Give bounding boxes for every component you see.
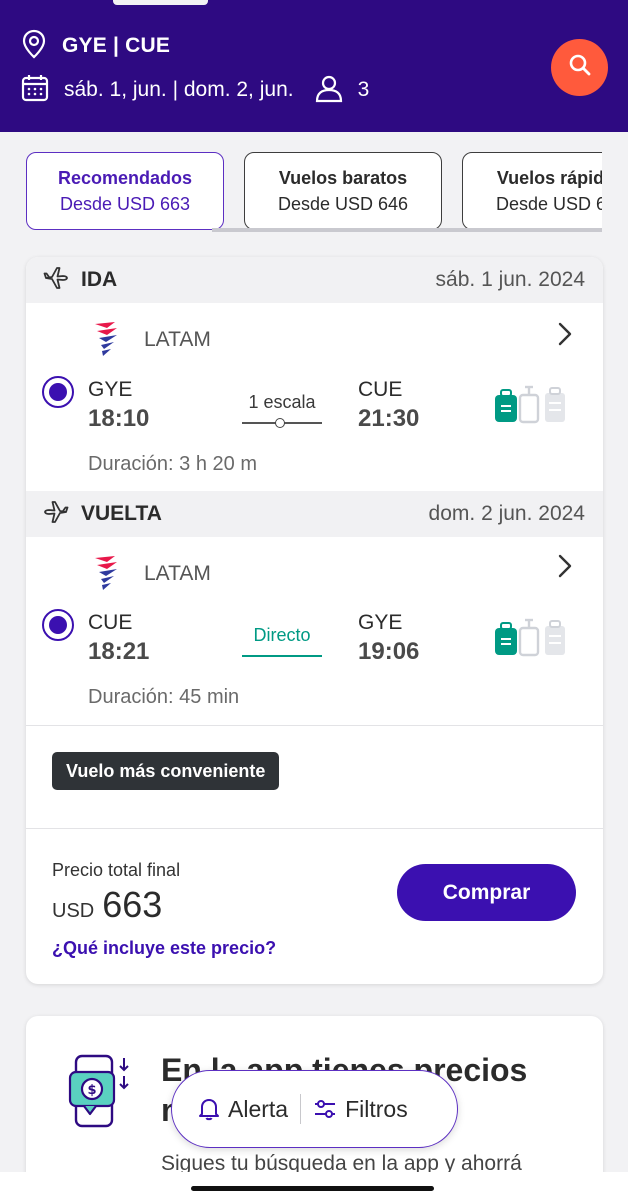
route-row[interactable]: GYE | CUE <box>20 29 171 64</box>
stop-dot <box>275 418 285 428</box>
tab-price: Desde USD 646 <box>277 193 409 214</box>
departure-time: 18:10 <box>88 405 150 432</box>
inbound-header: VUELTA dom. 2 jun. 2024 <box>26 491 603 537</box>
checked-bag-icon <box>545 387 565 422</box>
tab-vuelos-baratos[interactable]: Vuelos baratos Desde USD 646 <box>244 152 442 230</box>
arrival-code: CUE <box>358 378 403 401</box>
segment-label: IDA <box>81 268 118 291</box>
phone-price-drop-icon: $ <box>66 1052 136 1137</box>
segment-date: dom. 2 jun. 2024 <box>428 502 585 525</box>
flight-duration: Duración: 3 h 20 m <box>88 453 257 475</box>
outbound-radio[interactable] <box>42 376 74 408</box>
tab-title: Vuelos rápidos <box>496 167 602 188</box>
svg-text:$: $ <box>87 1083 96 1098</box>
tab-price: Desde USD 646 <box>495 193 602 214</box>
personal-bag-icon <box>495 622 517 655</box>
filters-label: Filtros <box>345 1095 408 1122</box>
arrival-time: 19:06 <box>358 638 420 665</box>
filters-button[interactable]: Filtros <box>313 1096 408 1123</box>
buy-button[interactable]: Comprar <box>397 864 576 921</box>
baggage-icons <box>493 618 573 663</box>
search-header: GYE | CUE sáb. 1, jun. | dom. 2, jun. 3 <box>0 0 628 132</box>
bell-icon <box>198 1097 220 1121</box>
carry-on-icon <box>518 618 540 657</box>
arrival-code: GYE <box>358 611 403 634</box>
divider <box>26 725 603 726</box>
flight-duration: Duración: 45 min <box>88 686 240 708</box>
carry-on-icon <box>518 385 540 424</box>
status-notch <box>113 0 208 5</box>
radio-selected-dot <box>49 383 67 401</box>
alert-button[interactable]: Alerta <box>198 1096 288 1123</box>
floating-actions: Alerta Filtros <box>171 1070 458 1148</box>
divider <box>26 828 603 829</box>
travel-dates: sáb. 1, jun. | dom. 2, jun. <box>64 78 294 101</box>
stops-label: Directo <box>253 625 311 645</box>
stops-label: 1 escala <box>248 392 316 412</box>
search-button[interactable] <box>551 39 608 96</box>
arrival-time: 21:30 <box>358 405 420 432</box>
pill-separator <box>300 1094 302 1124</box>
calendar-icon <box>20 73 50 108</box>
price-amount: 663 <box>102 884 163 925</box>
latam-logo-icon <box>93 320 121 365</box>
airline-name: LATAM <box>144 328 211 351</box>
convenience-badge: Vuelo más conveniente <box>52 752 280 790</box>
departure-code: GYE <box>88 378 133 401</box>
user-icon <box>314 73 344 108</box>
outbound-header: IDA sáb. 1 jun. 2024 <box>26 257 603 303</box>
price-total: USD 663 <box>52 884 162 926</box>
tab-title: Recomendados <box>57 167 193 188</box>
tab-vuelos-rapidos[interactable]: Vuelos rápidos Desde USD 646 <box>462 152 602 230</box>
departure-code: CUE <box>88 611 133 634</box>
airline-name: LATAM <box>144 562 211 585</box>
tab-price: Desde USD 663 <box>59 193 191 214</box>
latam-logo-icon <box>93 554 121 599</box>
price-info-link[interactable]: ¿Qué incluye este precio? <box>52 938 276 959</box>
price-currency: USD <box>52 900 95 922</box>
dates-row[interactable]: sáb. 1, jun. | dom. 2, jun. 3 <box>20 74 369 106</box>
sort-tabs: Recomendados Desde USD 663 Vuelos barato… <box>26 152 602 232</box>
inbound-radio[interactable] <box>42 609 74 641</box>
price-label: Precio total final <box>52 860 181 880</box>
home-indicator[interactable] <box>191 1186 434 1191</box>
chevron-right-icon[interactable] <box>556 321 574 352</box>
segment-label: VUELTA <box>81 502 162 525</box>
sliders-icon <box>313 1098 337 1120</box>
route-line <box>242 655 322 657</box>
tabs-scrollbar[interactable] <box>212 228 602 232</box>
departure-time: 18:21 <box>88 638 150 665</box>
location-pin-icon <box>20 29 48 64</box>
search-icon <box>568 53 592 82</box>
passenger-count: 3 <box>357 78 370 101</box>
plane-return-icon <box>43 499 69 530</box>
plane-departure-icon <box>43 265 69 296</box>
alert-label: Alerta <box>228 1095 289 1122</box>
baggage-icons <box>493 385 573 430</box>
tab-recomendados[interactable]: Recomendados Desde USD 663 <box>26 152 224 230</box>
flight-card: IDA sáb. 1 jun. 2024 LATAM GYE 18:10 1 e… <box>26 257 603 984</box>
personal-bag-icon <box>495 389 517 422</box>
chevron-right-icon[interactable] <box>556 553 574 584</box>
tab-title: Vuelos baratos <box>278 167 408 188</box>
checked-bag-icon <box>545 620 565 655</box>
route-text: GYE | CUE <box>62 34 171 57</box>
radio-selected-dot <box>49 616 67 634</box>
segment-date: sáb. 1 jun. 2024 <box>435 268 585 291</box>
